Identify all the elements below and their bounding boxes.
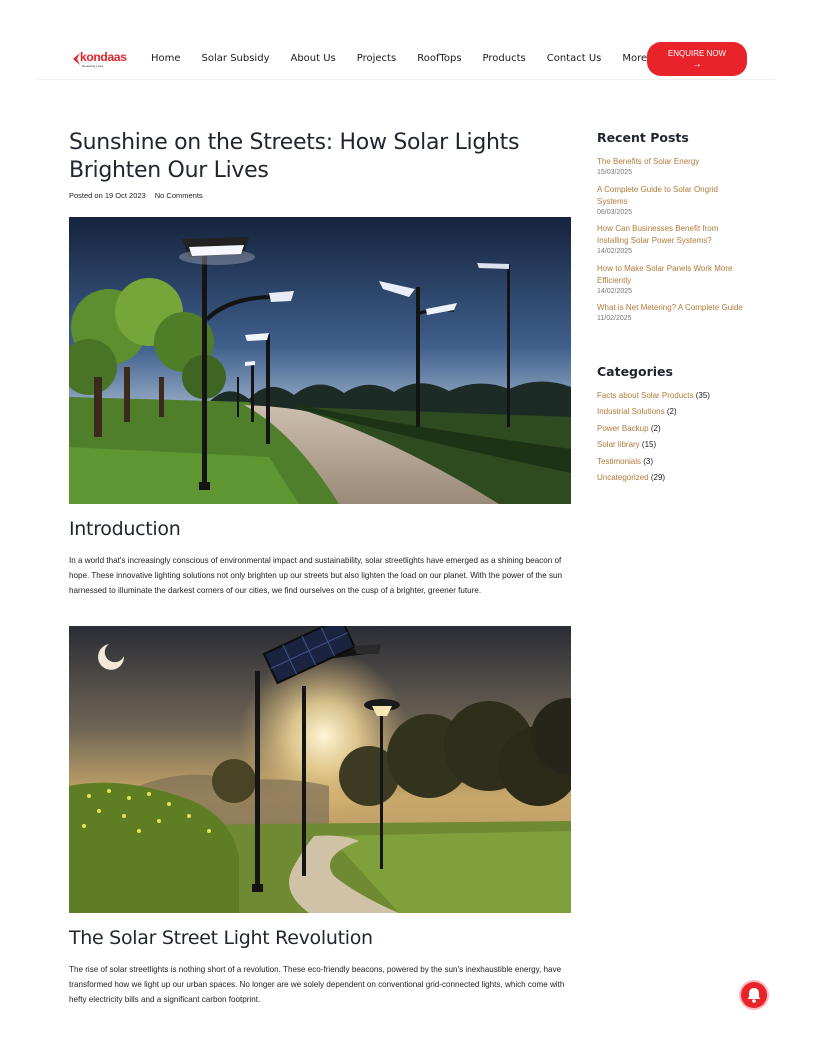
categories-heading: Categories xyxy=(597,364,673,379)
nav-products[interactable]: Products xyxy=(483,53,526,64)
category-link[interactable]: Facts about Solar Products xyxy=(597,391,694,400)
recent-post-link[interactable]: A Complete Guide to Solar Ongrid Systems xyxy=(597,184,747,208)
recent-post-date: 11/02/2025 xyxy=(597,315,632,322)
notification-bell-button[interactable] xyxy=(741,982,767,1008)
recent-post-item: The Benefits of Solar Energy 15/03/2025 xyxy=(597,156,747,177)
recent-post-date: 14/02/2025 xyxy=(597,248,633,255)
comments-link[interactable]: No Comments xyxy=(155,191,203,200)
recent-post-link[interactable]: The Benefits of Solar Energy xyxy=(597,156,747,168)
notification-bell-icon xyxy=(747,988,761,1003)
enquire-now-button[interactable]: ENQUIRE NOW → xyxy=(647,42,747,76)
category-link[interactable]: Testimonials xyxy=(597,457,641,466)
recent-post-item: What is Net Metering? A Complete Guide 1… xyxy=(597,302,747,323)
category-link[interactable]: Industrial Solutions xyxy=(597,407,665,416)
category-count: (15) xyxy=(641,440,657,449)
recent-post-date: 14/02/2025 xyxy=(597,288,633,295)
category-link[interactable]: Uncategorized xyxy=(597,473,649,482)
recent-post-item: How Can Businesses Benefit from Installi… xyxy=(597,223,747,256)
recent-post-date: 15/03/2025 xyxy=(597,169,633,176)
category-item: Solar library (15) xyxy=(597,440,656,449)
site-logo[interactable]: kondaas Renewing Lives xyxy=(72,50,128,70)
main-nav: Home Solar Subsidy About Us Projects Roo… xyxy=(151,53,668,64)
category-link[interactable]: Power Backup xyxy=(597,424,649,433)
category-count: (2) xyxy=(666,407,677,416)
nav-more[interactable]: More xyxy=(622,53,647,64)
nav-about-us[interactable]: About Us xyxy=(290,53,335,64)
recent-post-item: A Complete Guide to Solar Ongrid Systems… xyxy=(597,184,747,217)
recent-post-link[interactable]: How to Make Solar Panels Work More Effic… xyxy=(597,263,747,287)
category-count: (3) xyxy=(643,457,654,466)
article-title: Sunshine on the Streets: How Solar Light… xyxy=(69,130,520,183)
posted-date: Posted on 19 Oct 2023 xyxy=(69,191,146,200)
category-item: Uncategorized (29) xyxy=(597,473,665,482)
category-item: Facts about Solar Products (35) xyxy=(597,391,710,400)
category-count: (35) xyxy=(695,391,710,400)
site-header: kondaas Renewing Lives Home Solar Subsid… xyxy=(37,40,775,80)
nav-contact-us[interactable]: Contact Us xyxy=(547,53,602,64)
image-solar-panel-streetlight-sunset xyxy=(69,626,571,913)
section-heading-revolution: The Solar Street Light Revolution xyxy=(69,927,373,949)
recent-post-date: 06/03/2025 xyxy=(597,209,633,216)
nav-home[interactable]: Home xyxy=(151,53,181,64)
hero-image-solar-streetlights xyxy=(69,217,571,504)
category-link[interactable]: Solar library xyxy=(597,440,640,449)
arrow-right-icon: → xyxy=(692,59,702,70)
category-item: Power Backup (2) xyxy=(597,424,661,433)
section-text-revolution: The rise of solar streetlights is nothin… xyxy=(69,965,565,1004)
section-heading-introduction: Introduction xyxy=(69,518,181,540)
logo-text: kondaas xyxy=(80,50,127,64)
section-text-introduction: In a world that's increasingly conscious… xyxy=(69,556,562,595)
recent-post-link[interactable]: How Can Businesses Benefit from Installi… xyxy=(597,223,747,247)
nav-solar-subsidy[interactable]: Solar Subsidy xyxy=(202,53,270,64)
category-item: Industrial Solutions (2) xyxy=(597,407,677,416)
category-count: (29) xyxy=(650,473,666,482)
article-meta: Posted on 19 Oct 2023 No Comments xyxy=(69,191,203,200)
nav-rooftops[interactable]: RoofTops xyxy=(417,53,461,64)
category-item: Testimonials (3) xyxy=(597,457,653,466)
category-count: (2) xyxy=(650,424,661,433)
nav-projects[interactable]: Projects xyxy=(357,53,396,64)
recent-post-item: How to Make Solar Panels Work More Effic… xyxy=(597,263,747,296)
recent-posts-heading: Recent Posts xyxy=(597,130,689,145)
recent-post-link[interactable]: What is Net Metering? A Complete Guide xyxy=(597,302,747,314)
enquire-now-label: ENQUIRE NOW xyxy=(667,49,727,58)
logo-tagline: Renewing Lives xyxy=(82,64,104,68)
